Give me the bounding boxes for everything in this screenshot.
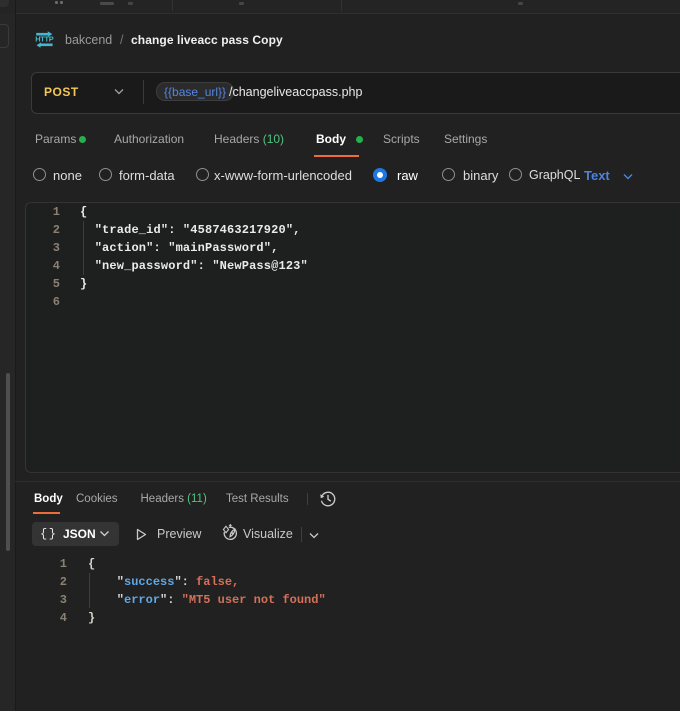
svg-text:HTTP: HTTP (35, 35, 54, 44)
